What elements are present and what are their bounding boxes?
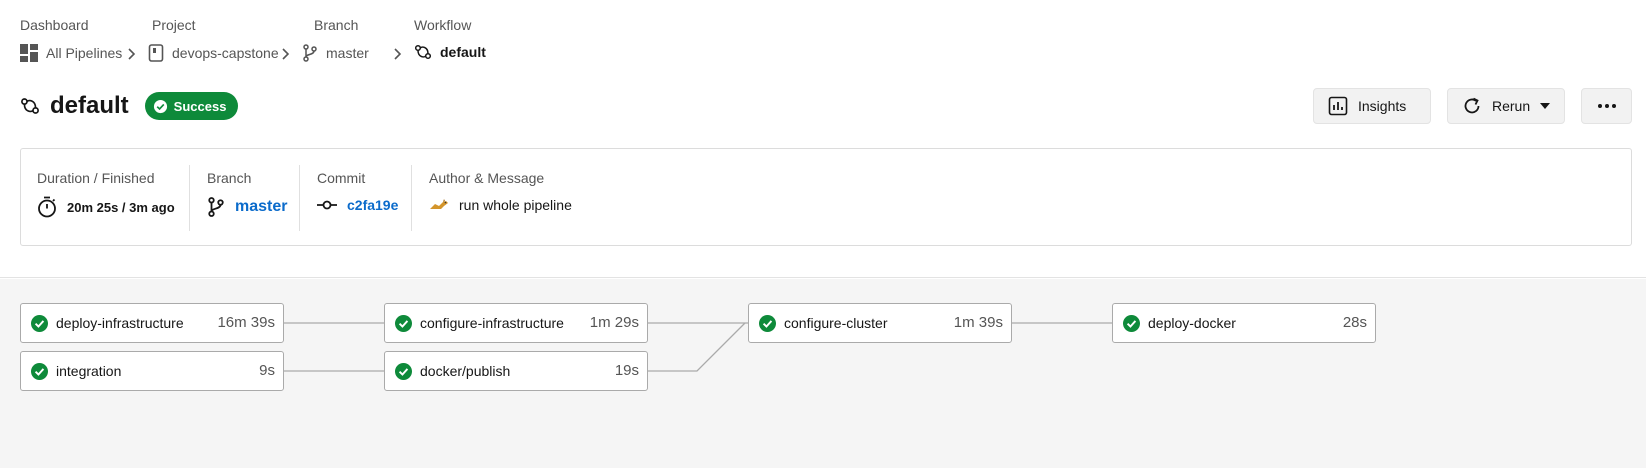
job-duration: 1m 29s <box>589 314 639 331</box>
caret-down-icon <box>1540 103 1551 109</box>
workflow-graph: deploy-infrastructure 16m 39s integratio… <box>0 279 1646 468</box>
job-name: docker/publish <box>420 363 511 379</box>
branch-icon <box>302 44 318 62</box>
commit-header: Commit <box>317 170 366 186</box>
status-badge: Success <box>144 92 239 120</box>
breadcrumb-workflow-label: default <box>440 44 486 60</box>
job-duration: 28s <box>1342 314 1367 331</box>
author-header: Author & Message <box>429 170 545 186</box>
workflow-icon <box>20 97 40 115</box>
stopwatch-icon <box>38 196 56 218</box>
breadcrumb-label-project: Project <box>152 17 196 33</box>
workflow-header-section: Dashboard Project Branch Workflow All Pi… <box>0 0 1646 278</box>
author-avatar <box>430 199 448 209</box>
rerun-button[interactable]: Rerun <box>1447 88 1565 124</box>
breadcrumb-label-dashboard: Dashboard <box>20 17 89 33</box>
duration-value-group: 20m 25s / 3m ago <box>37 196 175 218</box>
branch-value-group: master <box>207 196 287 218</box>
check-circle-icon <box>153 99 167 113</box>
duration-header: Duration / Finished <box>37 170 155 186</box>
insights-button[interactable]: Insights <box>1313 88 1431 124</box>
check-circle-icon <box>759 315 776 332</box>
job-node[interactable]: deploy-docker 28s <box>1112 303 1376 343</box>
divider <box>299 165 300 231</box>
commit-message: run whole pipeline <box>459 197 572 213</box>
job-duration: 19s <box>614 362 639 379</box>
workflow-summary-card: Duration / Finished 20m 25s / 3m ago Bra… <box>20 148 1632 246</box>
job-node[interactable]: deploy-infrastructure 16m 39s <box>20 303 284 343</box>
job-name: configure-cluster <box>784 315 888 331</box>
ellipsis-icon <box>1597 103 1617 109</box>
author-value-group: run whole pipeline <box>429 197 572 213</box>
chevron-right-icon <box>282 48 290 60</box>
divider <box>189 165 190 231</box>
breadcrumb-branch[interactable]: master <box>302 44 369 62</box>
commit-icon <box>317 200 337 210</box>
more-options-button[interactable] <box>1581 88 1632 124</box>
job-node[interactable]: configure-infrastructure 1m 29s <box>384 303 648 343</box>
refresh-icon <box>1462 96 1482 116</box>
job-name: integration <box>56 363 122 379</box>
breadcrumb-project[interactable]: devops-capstone <box>148 44 279 62</box>
job-duration: 1m 39s <box>953 314 1003 331</box>
check-circle-icon <box>1123 315 1140 332</box>
job-duration: 16m 39s <box>217 314 275 331</box>
breadcrumb-workflow: default <box>414 44 486 60</box>
commit-value-group: c2fa19e <box>317 197 398 213</box>
duration-value: 20m 25s / 3m ago <box>67 199 175 215</box>
breadcrumb-project-label: devops-capstone <box>172 45 279 61</box>
bar-chart-icon <box>1328 96 1348 116</box>
page-title: default <box>50 92 129 119</box>
status-badge-label: Success <box>173 98 227 114</box>
edge-docker-publish-to-configure-cluster <box>648 322 746 372</box>
job-node[interactable]: integration 9s <box>20 351 284 391</box>
dashboard-grid-icon <box>20 44 38 62</box>
job-name: configure-infrastructure <box>420 315 564 331</box>
branch-icon <box>208 197 224 217</box>
job-node[interactable]: docker/publish 19s <box>384 351 648 391</box>
check-circle-icon <box>395 363 412 380</box>
chevron-right-icon <box>394 48 402 60</box>
divider <box>411 165 412 231</box>
breadcrumb-all-pipelines-label: All Pipelines <box>46 45 123 61</box>
breadcrumb-all-pipelines[interactable]: All Pipelines <box>20 44 122 62</box>
branch-link[interactable]: master <box>235 198 287 216</box>
check-circle-icon <box>31 315 48 332</box>
job-duration: 9s <box>259 362 275 379</box>
rerun-button-label: Rerun <box>1492 98 1531 114</box>
repo-icon <box>148 44 164 62</box>
workflow-title-row: default Success <box>20 92 239 120</box>
breadcrumb-label-branch: Branch <box>314 17 359 33</box>
breadcrumb-branch-label: master <box>326 45 369 61</box>
insights-button-label: Insights <box>1358 98 1407 114</box>
workflow-icon <box>414 44 432 60</box>
branch-header: Branch <box>207 170 252 186</box>
check-circle-icon <box>395 315 412 332</box>
commit-link[interactable]: c2fa19e <box>347 197 398 213</box>
job-name: deploy-infrastructure <box>56 315 184 331</box>
breadcrumb-label-workflow: Workflow <box>414 17 472 33</box>
job-node[interactable]: configure-cluster 1m 39s <box>748 303 1012 343</box>
check-circle-icon <box>31 363 48 380</box>
job-name: deploy-docker <box>1148 315 1236 331</box>
chevron-right-icon <box>128 48 136 60</box>
